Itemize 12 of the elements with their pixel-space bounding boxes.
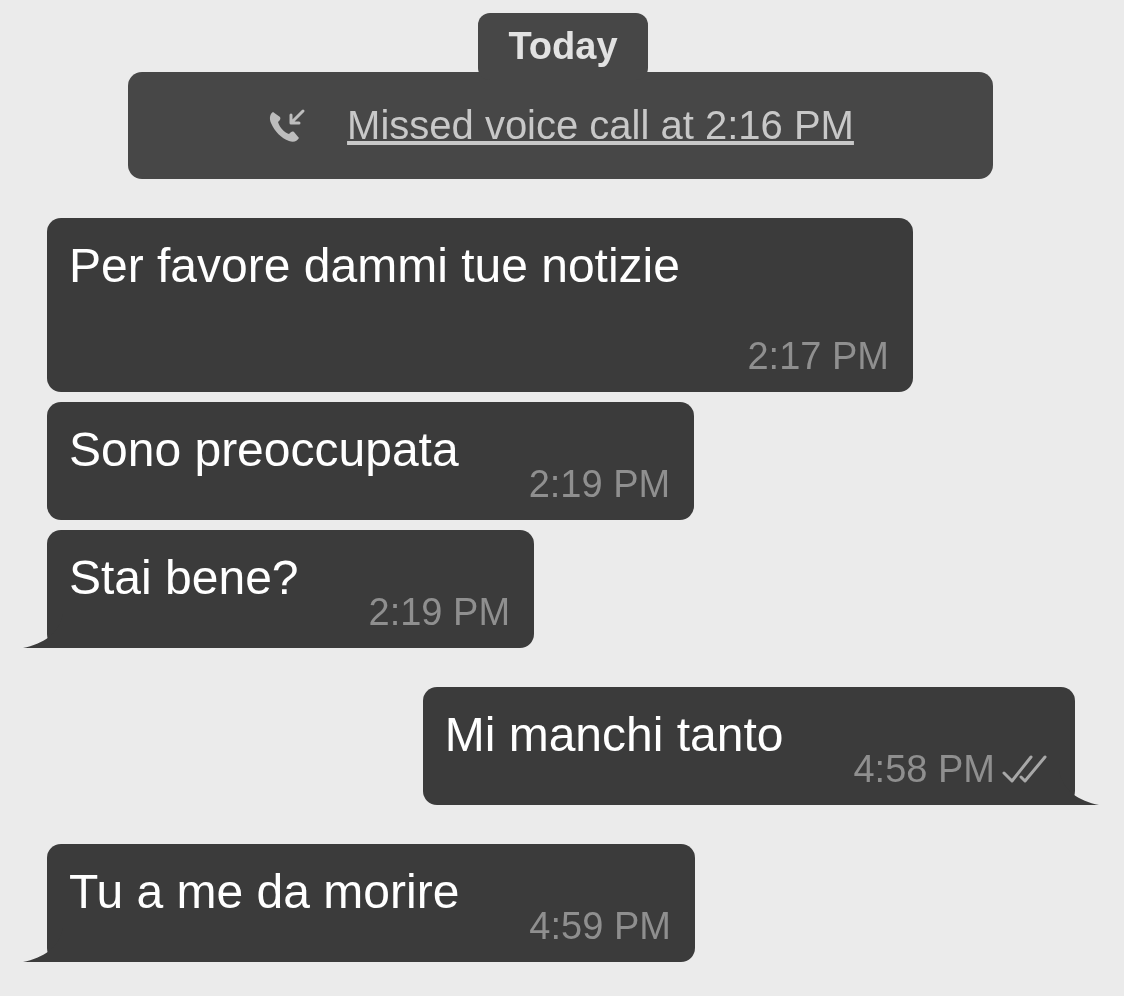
message-time: 4:59 PM [529, 904, 671, 948]
message-text: Per favore dammi tue notizie [69, 238, 680, 294]
message-text: Sono preoccupata [69, 422, 459, 478]
message-time: 2:19 PM [368, 590, 511, 634]
message-time: 2:17 PM [747, 334, 889, 378]
message-text: Tu a me da morire [69, 864, 460, 920]
message-time: 2:19 PM [528, 462, 671, 506]
message-text: Stai bene? [69, 550, 299, 606]
missed-call-link[interactable]: Missed voice call at 2:16 PM [347, 103, 854, 148]
message-text: Mi manchi tanto [444, 707, 784, 763]
message-time: 4:58 PM [853, 747, 995, 791]
missed-call-notice[interactable]: Missed voice call at 2:16 PM [128, 72, 993, 179]
